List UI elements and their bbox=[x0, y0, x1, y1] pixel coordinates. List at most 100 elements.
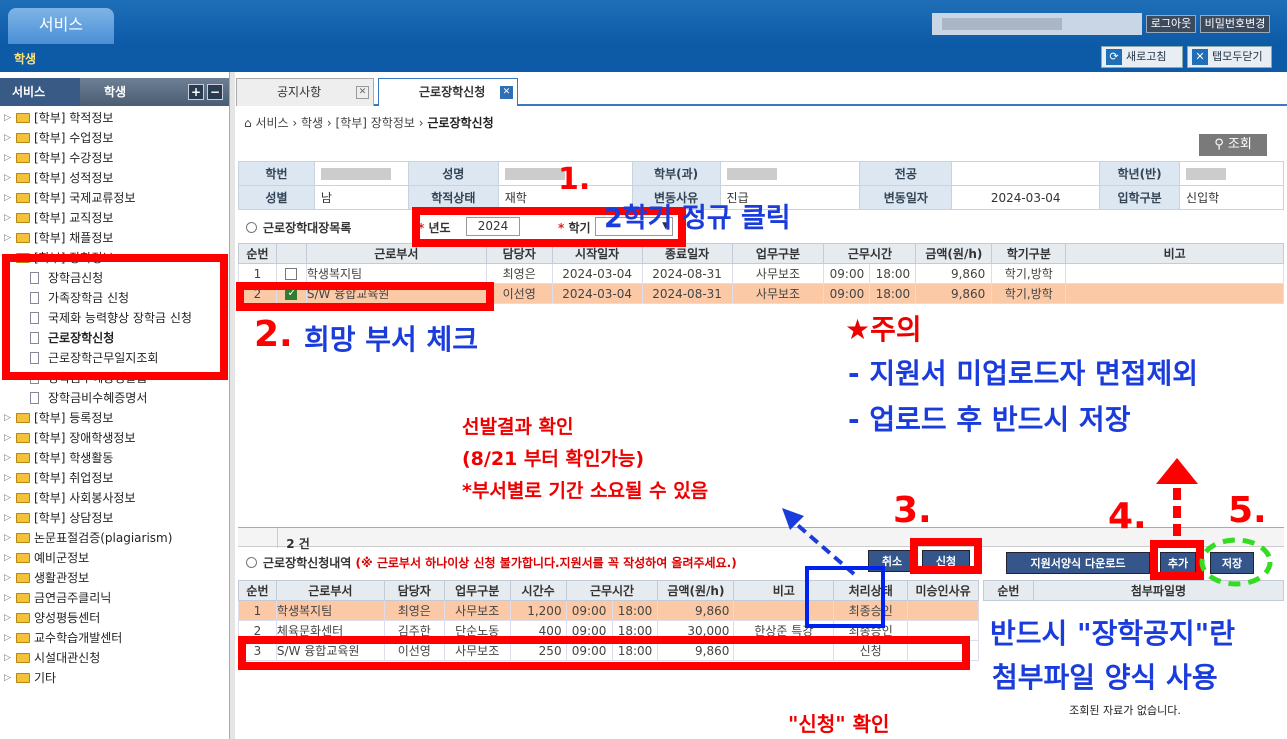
sidebar-item[interactable]: ▷ 시설대관신청 bbox=[0, 648, 229, 668]
folder-icon bbox=[16, 573, 30, 583]
sidebar-item[interactable]: ▷ [학부] 채플정보 bbox=[0, 228, 229, 248]
annotation-box-apply bbox=[910, 538, 982, 574]
value-admission: 신입학 bbox=[1179, 185, 1284, 210]
table-cell: 09:00 bbox=[565, 600, 613, 621]
table-cell: 1 bbox=[238, 600, 277, 621]
tab-work-scholarship[interactable]: 근로장학신청 ✕ bbox=[378, 78, 518, 106]
folder-icon bbox=[16, 153, 30, 163]
change-password-button[interactable]: 비밀번호변경 bbox=[1200, 15, 1270, 33]
role-label: 학생 bbox=[14, 52, 37, 66]
sidebar-item[interactable]: ▷ 양성평등센터 bbox=[0, 608, 229, 628]
annotation-form-2: 첨부파일 양식 사용 bbox=[992, 661, 1218, 694]
label-admission: 입학구분 bbox=[1099, 185, 1181, 210]
sidebar-item[interactable]: ▷ 예비군정보 bbox=[0, 548, 229, 568]
download-form-button[interactable]: 지원서양식 다운로드 bbox=[1006, 552, 1150, 574]
sidebar-item[interactable]: ▷ 기타 bbox=[0, 668, 229, 688]
annotation-box-add bbox=[1150, 540, 1204, 580]
sidebar-item[interactable]: ▷ [학부] 학생활동 bbox=[0, 448, 229, 468]
expand-all-button[interactable]: + bbox=[188, 84, 204, 100]
tab-notice[interactable]: 공지사항 ✕ bbox=[236, 78, 374, 106]
annotation-box-applied-row bbox=[238, 636, 970, 670]
close-icon[interactable]: ✕ bbox=[500, 86, 513, 99]
annotation-result-1: 선발결과 확인 bbox=[462, 416, 574, 438]
tab-bar: 공지사항 ✕ 근로장학신청 ✕ bbox=[236, 78, 1287, 106]
annotation-caution-title: ★주의 bbox=[845, 313, 922, 346]
sidebar-item-label: [학부] 등록정보 bbox=[34, 411, 114, 425]
folder-icon bbox=[16, 173, 30, 183]
close-icon[interactable]: ✕ bbox=[356, 86, 369, 99]
collapse-all-button[interactable]: − bbox=[207, 84, 223, 100]
sidebar-subitem[interactable]: 장학금비수혜증명서 bbox=[0, 388, 229, 408]
table-row[interactable]: 1 학생복지팀 최영은 2024-03-04 2024-08-31 사무보조 09:00 18… bbox=[238, 263, 1284, 284]
sidebar-splitter[interactable] bbox=[229, 72, 235, 739]
value-department bbox=[719, 161, 861, 186]
value-gender: 남 bbox=[313, 185, 409, 210]
sub-bar bbox=[0, 44, 1287, 72]
application-col-header: 시간수 bbox=[509, 580, 567, 601]
user-info-box bbox=[932, 13, 1142, 35]
page-icon bbox=[30, 392, 39, 404]
table-cell: 사무보조 bbox=[443, 600, 511, 621]
table-cell: 학기,방학 bbox=[991, 283, 1067, 304]
radio-icon bbox=[246, 557, 257, 568]
value-grade bbox=[1179, 161, 1284, 186]
sidebar-item[interactable]: ▷ [학부] 국제교류정보 bbox=[0, 188, 229, 208]
label-status: 학적상태 bbox=[407, 185, 499, 210]
close-all-label: 탭모두닫기 bbox=[1212, 50, 1263, 63]
work-list-col-header bbox=[275, 243, 307, 264]
section-work-list-title: 근로장학대장목록 bbox=[246, 219, 351, 236]
sidebar-item[interactable]: ▷ 금연금주클리닉 bbox=[0, 588, 229, 608]
sidebar-item[interactable]: ▷ 논문표절검증(plagiarism) bbox=[0, 528, 229, 548]
sidebar-item[interactable]: ▷ [학부] 사회봉사정보 bbox=[0, 488, 229, 508]
label-name: 성명 bbox=[407, 161, 499, 186]
search-label: 조회 bbox=[1227, 137, 1252, 152]
radio-icon bbox=[246, 222, 257, 233]
work-list-col-header: 비고 bbox=[1065, 243, 1284, 264]
sidebar-item[interactable]: ▷ [학부] 수업정보 bbox=[0, 128, 229, 148]
sidebar-item-label: [학부] 상담정보 bbox=[34, 511, 114, 525]
sidebar-item[interactable]: ▷ [학부] 취업정보 bbox=[0, 468, 229, 488]
application-col-header: 순번 bbox=[238, 580, 277, 601]
chevron-right-icon: ▷ bbox=[4, 153, 11, 163]
row-checkbox[interactable] bbox=[285, 268, 298, 280]
sidebar-item[interactable]: ▷ [학부] 교직정보 bbox=[0, 208, 229, 228]
table-cell: 최영은 bbox=[485, 263, 553, 284]
label-student-id: 학번 bbox=[238, 161, 315, 186]
search-button[interactable]: ⚲ 조회 bbox=[1199, 134, 1267, 156]
sidebar-item[interactable]: ▷ [학부] 장애학생정보 bbox=[0, 428, 229, 448]
sidebar-item-label: [학부] 취업정보 bbox=[34, 471, 114, 485]
sidebar-item[interactable]: ▷ [학부] 등록정보 bbox=[0, 408, 229, 428]
refresh-button[interactable]: ⟳ 새로고침 bbox=[1101, 46, 1183, 68]
sidebar-item[interactable]: ▷ [학부] 학적정보 bbox=[0, 108, 229, 128]
sidebar-item-label: [학부] 학생활동 bbox=[34, 451, 114, 465]
annotation-caution-1: - 지원서 미업로드자 면접제외 bbox=[848, 357, 1198, 390]
label-change-date: 변동일자 bbox=[859, 185, 953, 210]
table-cell: 18:00 bbox=[869, 283, 917, 304]
folder-icon bbox=[16, 613, 30, 623]
service-tab[interactable]: 서비스 bbox=[8, 8, 114, 44]
chevron-right-icon: ▷ bbox=[4, 453, 11, 463]
row-checkbox-cell[interactable] bbox=[275, 263, 307, 284]
sidebar-item[interactable]: ▷ 교수학습개발센터 bbox=[0, 628, 229, 648]
sidebar-item-label: [학부] 사회봉사정보 bbox=[34, 491, 136, 505]
table-cell: 사무보조 bbox=[731, 283, 825, 304]
folder-icon bbox=[16, 673, 30, 683]
table-cell: 최영은 bbox=[383, 600, 445, 621]
sidebar-item[interactable]: ▷ [학부] 성적정보 bbox=[0, 168, 229, 188]
folder-icon bbox=[16, 553, 30, 563]
annotation-circle-save bbox=[1199, 537, 1273, 587]
folder-icon bbox=[16, 233, 30, 243]
annotation-box-sidebar-menu bbox=[2, 254, 228, 380]
sidebar-item[interactable]: ▷ [학부] 상담정보 bbox=[0, 508, 229, 528]
logout-button[interactable]: 로그아웃 bbox=[1146, 15, 1196, 33]
sidebar-item[interactable]: ▷ [학부] 수강정보 bbox=[0, 148, 229, 168]
sidebar-item-label: 논문표절검증(plagiarism) bbox=[34, 531, 173, 545]
table-cell: 18:00 bbox=[611, 600, 659, 621]
close-all-tabs-button[interactable]: ✕ 탭모두닫기 bbox=[1187, 46, 1272, 68]
sidebar-item[interactable]: ▷ 생활관정보 bbox=[0, 568, 229, 588]
table-cell bbox=[907, 600, 979, 621]
annotation-result-3: *부서별로 기간 소요될 수 있음 bbox=[462, 480, 709, 502]
breadcrumb: ⌂ 서비스 › 학생 › [학부] 장학정보 › 근로장학신청 bbox=[244, 114, 494, 131]
sidebar-service-tab[interactable]: 서비스 bbox=[0, 78, 80, 106]
sidebar-item-label: 시설대관신청 bbox=[34, 651, 101, 665]
